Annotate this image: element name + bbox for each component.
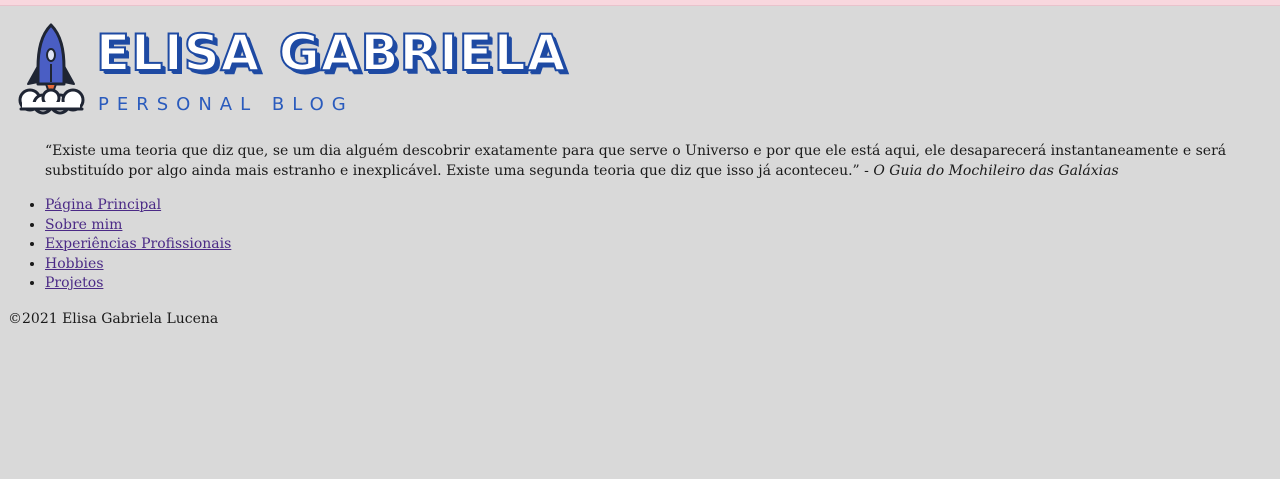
nav-link-experiencias-profissionais[interactable]: Experiências Profissionais <box>45 236 231 252</box>
quote-separator: - <box>859 163 874 179</box>
nav-link-hobbies[interactable]: Hobbies <box>45 256 104 272</box>
site-subtitle: PERSONAL BLOG <box>98 94 354 115</box>
rocket-icon <box>18 23 85 115</box>
nav-item: Hobbies <box>45 255 231 275</box>
nav-link-projetos[interactable]: Projetos <box>45 275 103 291</box>
site-header: ELISA GABRIELA PERSONAL BLOG <box>16 18 576 118</box>
copyright-text: 2021 Elisa Gabriela Lucena <box>22 311 219 327</box>
nav-item: Sobre mim <box>45 216 231 236</box>
nav-item: Experiências Profissionais <box>45 235 231 255</box>
footer-copyright: ©2021 Elisa Gabriela Lucena <box>8 309 218 329</box>
nav-link-pagina-principal[interactable]: Página Principal <box>45 197 161 213</box>
quote-source: O Guia do Mochileiro das Galáxias <box>873 163 1119 179</box>
top-bar <box>0 0 1280 6</box>
site-title: ELISA GABRIELA <box>95 23 567 83</box>
quote-block: “Existe uma teoria que diz que, se um di… <box>45 141 1245 181</box>
nav-link-sobre-mim[interactable]: Sobre mim <box>45 217 122 233</box>
nav-item: Projetos <box>45 274 231 294</box>
nav-list: Página Principal Sobre mim Experiências … <box>0 196 231 294</box>
nav-item: Página Principal <box>45 196 231 216</box>
copyright-symbol: © <box>8 311 22 327</box>
